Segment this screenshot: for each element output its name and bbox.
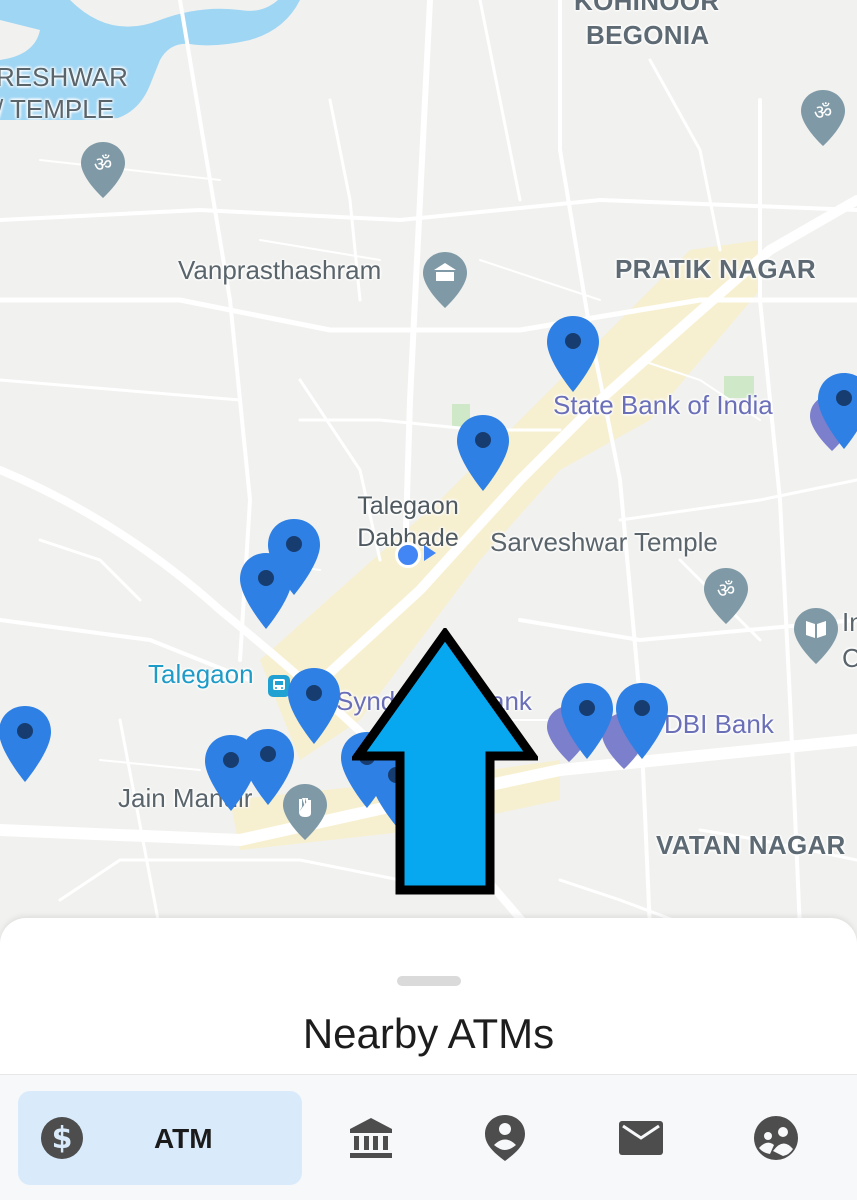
svg-text:ॐ: ॐ: [94, 152, 112, 176]
map-bank-label-idbi: DBI Bank: [664, 709, 774, 739]
atm-marker[interactable]: [238, 551, 294, 631]
atm-marker[interactable]: [455, 413, 511, 493]
nav-item-atm-label: ATM: [154, 1123, 213, 1154]
map-area-label-vatan-nagar: VATAN NAGAR: [656, 830, 846, 860]
atm-marker[interactable]: [0, 704, 53, 784]
map-transit-label-talegaon: Talegaon: [148, 659, 254, 689]
map-label-temple-partial: / TEMPLE: [0, 94, 115, 124]
map-poi-label-vanprasthashram: Vanprasthashram: [178, 255, 382, 285]
temple-poi-icon[interactable]: ॐ: [801, 90, 845, 146]
map-area-label-pratik-nagar: PRATIK NAGAR: [615, 254, 816, 284]
temple-poi-icon[interactable]: ॐ: [81, 142, 125, 198]
map-poi-label-sarveshwar-temple: Sarveshwar Temple: [490, 527, 718, 557]
map-poi-label-partial-in: In: [842, 607, 857, 637]
map-poi-label-partial-c: C: [842, 643, 857, 673]
map-center-label-line1: Talegaon: [357, 492, 459, 520]
map-bank-label-sbi: State Bank of India: [553, 390, 773, 420]
map-label-reshwar: RESHWAR: [0, 62, 128, 92]
atm-marker[interactable]: [614, 681, 670, 761]
map-area-label-kohinoor: KOHINOOR: [574, 0, 720, 16]
nav-item-bank[interactable]: [326, 1091, 416, 1185]
mail-icon: [619, 1121, 663, 1155]
drag-handle[interactable]: [397, 976, 461, 986]
svg-text:ॐ: ॐ: [814, 100, 832, 124]
atm-marker[interactable]: [545, 314, 601, 394]
bank-icon: [350, 1118, 392, 1158]
map-area-label-begonia: BEGONIA: [586, 20, 710, 50]
library-poi-icon[interactable]: [794, 608, 838, 664]
atm-marker[interactable]: [203, 733, 259, 813]
nav-item-mail[interactable]: [596, 1091, 686, 1185]
museum-poi-icon[interactable]: [423, 252, 467, 308]
atm-marker[interactable]: [816, 371, 857, 451]
group-icon: [754, 1116, 798, 1160]
nav-item-contact[interactable]: [460, 1091, 550, 1185]
svg-text:$: $: [52, 1121, 73, 1156]
person-pin-icon: [485, 1115, 525, 1161]
bottom-nav: $ ATM: [0, 1074, 857, 1200]
app-screen: KOHINOOR BEGONIA PRATIK NAGAR VATAN NAGA…: [0, 0, 857, 1200]
dollar-icon: $: [41, 1117, 83, 1159]
nav-item-group[interactable]: [731, 1091, 821, 1185]
heading-indicator-icon: [424, 545, 436, 561]
nav-item-atm[interactable]: $ ATM: [18, 1091, 302, 1185]
sheet-title: Nearby ATMs: [302, 1010, 555, 1057]
temple-poi-icon[interactable]: ॐ: [704, 568, 748, 624]
svg-text:ॐ: ॐ: [717, 578, 735, 602]
atm-marker[interactable]: [559, 681, 615, 761]
swipe-up-arrow-icon: [352, 628, 538, 895]
current-location-dot[interactable]: [395, 542, 421, 568]
